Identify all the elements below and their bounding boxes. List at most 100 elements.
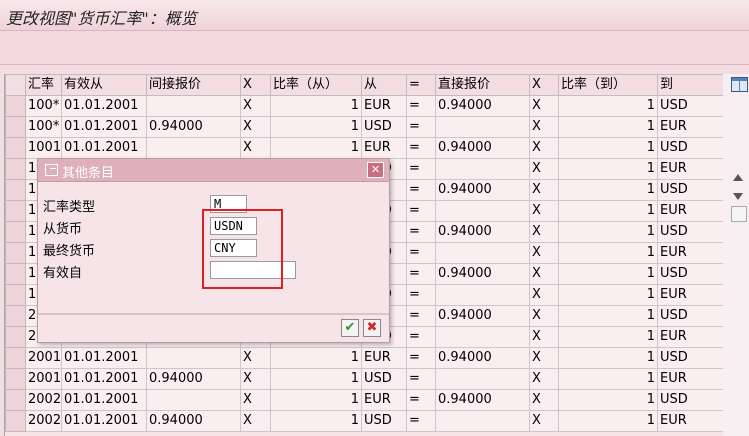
table-cell[interactable]: USD <box>657 305 723 327</box>
table-cell[interactable]: 01.01.2001 <box>61 95 147 117</box>
table-cell[interactable]: 1 <box>558 179 658 201</box>
table-cell[interactable]: 1 <box>558 158 658 180</box>
table-cell[interactable]: 0.94000 <box>435 263 530 285</box>
table-cell[interactable]: X <box>529 242 559 264</box>
table-cell[interactable]: 0.94000 <box>435 305 530 327</box>
row-selector[interactable] <box>5 221 26 243</box>
table-cell[interactable]: X <box>529 221 559 243</box>
table-cell[interactable]: X <box>240 95 271 117</box>
scroll-down-icon[interactable] <box>733 193 743 200</box>
table-cell[interactable]: = <box>406 116 436 138</box>
table-cell[interactable] <box>146 389 241 411</box>
table-cell[interactable]: EUR <box>361 347 407 369</box>
table-cell[interactable]: 01.01.2001 <box>61 410 147 432</box>
table-cell[interactable]: EUR <box>657 410 723 432</box>
table-cell[interactable]: 0.94000 <box>435 221 530 243</box>
table-cell[interactable] <box>435 284 530 306</box>
table-cell[interactable]: 01.01.2001 <box>61 116 147 138</box>
row-selector[interactable] <box>5 158 26 180</box>
table-cell[interactable]: X <box>240 137 271 159</box>
table-cell[interactable]: 1 <box>558 389 658 411</box>
table-cell[interactable]: 01.01.2001 <box>61 368 147 390</box>
table-cell[interactable]: EUR <box>657 326 723 348</box>
row-selector[interactable] <box>5 347 26 369</box>
table-cell[interactable] <box>435 242 530 264</box>
table-cell[interactable]: X <box>240 389 271 411</box>
column-header[interactable]: 从 <box>361 74 407 96</box>
table-cell[interactable]: 0.94000 <box>435 389 530 411</box>
table-cell[interactable]: 1 <box>558 221 658 243</box>
table-cell[interactable]: 1 <box>270 410 362 432</box>
table-cell[interactable]: USD <box>657 137 723 159</box>
table-cell[interactable]: = <box>406 95 436 117</box>
table-cell[interactable]: USD <box>657 179 723 201</box>
table-cell[interactable]: 1 <box>558 368 658 390</box>
column-header[interactable]: 到 <box>657 74 723 96</box>
table-cell[interactable] <box>146 137 241 159</box>
table-cell[interactable]: 1 <box>270 368 362 390</box>
table-cell[interactable]: = <box>406 284 436 306</box>
row-selector[interactable] <box>5 242 26 264</box>
table-cell[interactable]: 0.94000 <box>435 137 530 159</box>
table-cell[interactable] <box>435 158 530 180</box>
table-cell[interactable]: 1 <box>270 137 362 159</box>
row-selector[interactable] <box>5 305 26 327</box>
table-cell[interactable]: 0.94000 <box>146 116 241 138</box>
table-cell[interactable]: USD <box>657 263 723 285</box>
table-cell[interactable]: X <box>240 410 271 432</box>
table-cell[interactable]: 1 <box>558 95 658 117</box>
table-cell[interactable]: X <box>529 347 559 369</box>
table-cell[interactable]: X <box>529 116 559 138</box>
table-cell[interactable]: 0.94000 <box>435 347 530 369</box>
table-cell[interactable]: X <box>240 347 271 369</box>
table-cell[interactable]: 1 <box>558 263 658 285</box>
table-row[interactable]: 100* 01.01.2001 X 1 EUR = 0.94000 X 1 USD <box>5 95 723 117</box>
row-selector[interactable] <box>5 389 26 411</box>
table-row[interactable]: 200101.01.2001X1EUR=0.94000X1USD <box>5 347 723 369</box>
column-header[interactable]: 间接报价 <box>146 74 241 96</box>
table-cell[interactable]: 1001 <box>25 137 62 159</box>
table-cell[interactable]: = <box>406 200 436 222</box>
row-selector[interactable] <box>5 410 26 432</box>
row-selector[interactable] <box>5 200 26 222</box>
table-cell[interactable]: 1 <box>270 116 362 138</box>
table-cell[interactable]: = <box>406 368 436 390</box>
table-cell[interactable]: 1 <box>558 242 658 264</box>
table-cell[interactable]: X <box>529 200 559 222</box>
table-cell[interactable]: USD <box>361 410 407 432</box>
row-selector[interactable] <box>5 179 26 201</box>
table-cell[interactable]: USD <box>361 368 407 390</box>
confirm-button[interactable]: ✔ <box>341 319 359 337</box>
cancel-button[interactable]: ✖ <box>363 319 381 337</box>
table-row[interactable]: 100* 01.01.2001 0.94000 X 1 USD = X 1 EUR <box>5 116 723 138</box>
table-cell[interactable]: 2001 <box>25 347 62 369</box>
row-selector[interactable] <box>5 116 26 138</box>
table-cell[interactable]: 100* <box>25 116 62 138</box>
table-row[interactable]: 2002 01.01.2001 X 1 EUR = 0.94000 X 1 USD <box>5 389 723 411</box>
table-cell[interactable]: X <box>529 263 559 285</box>
table-cell[interactable]: 1 <box>558 326 658 348</box>
table-cell[interactable]: = <box>406 137 436 159</box>
table-cell[interactable]: EUR <box>657 368 723 390</box>
table-cell[interactable]: 1 <box>558 284 658 306</box>
table-cell[interactable]: USD <box>657 95 723 117</box>
table-cell[interactable]: = <box>406 179 436 201</box>
column-header[interactable]: 比率（从） <box>270 74 362 96</box>
table-cell[interactable]: = <box>406 158 436 180</box>
scrollbar-thumb[interactable] <box>731 206 747 222</box>
table-row[interactable]: 200101.01.20010.94000X1USD=X1EUR <box>5 368 723 390</box>
table-cell[interactable]: X <box>240 368 271 390</box>
table-cell[interactable]: X <box>240 116 271 138</box>
table-cell[interactable]: 01.01.2001 <box>61 137 147 159</box>
table-cell[interactable]: USD <box>657 221 723 243</box>
table-cell[interactable]: 2002 <box>25 389 62 411</box>
column-header[interactable]: 汇率 <box>25 74 62 96</box>
table-cell[interactable]: = <box>406 410 436 432</box>
table-cell[interactable]: 0.94000 <box>146 410 241 432</box>
row-selector[interactable] <box>5 326 26 348</box>
column-header[interactable]: X <box>240 74 271 96</box>
table-cell[interactable]: X <box>529 368 559 390</box>
table-row[interactable]: 100101.01.2001X1EUR=0.94000X1USD <box>5 137 723 159</box>
column-header[interactable]: 比率（到） <box>558 74 658 96</box>
table-cell[interactable]: EUR <box>657 158 723 180</box>
